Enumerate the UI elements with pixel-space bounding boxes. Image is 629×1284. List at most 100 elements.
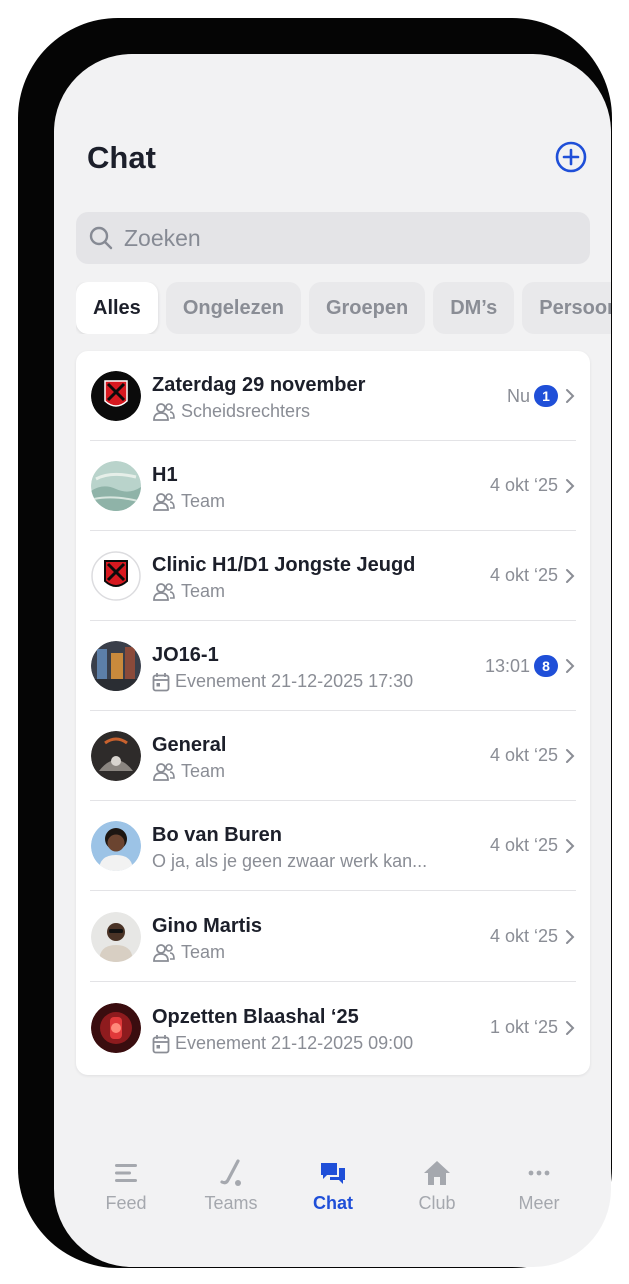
conversation-subtitle: Scheidsrechters [152, 401, 310, 422]
search-icon [89, 226, 113, 250]
nav-chat[interactable]: Chat [283, 1158, 383, 1214]
subtitle-text: Evenement 21-12-2025 17:30 [175, 671, 414, 691]
avatar [91, 371, 141, 421]
home-icon [424, 1161, 450, 1185]
conversation-row[interactable]: Gino Martis Team 4 okt ‘25 [76, 892, 590, 982]
conversation-row[interactable]: Opzetten Blaashal ‘25 Evenement 21-12-20… [76, 983, 590, 1073]
subtitle-text: Team [181, 761, 226, 781]
nav-teams[interactable]: Teams [181, 1158, 281, 1214]
conversation-time: 1 okt ‘25 [489, 1017, 558, 1037]
avatar [91, 1003, 141, 1053]
avatar [91, 821, 141, 871]
conversation-meta: 4 okt ‘25 [490, 835, 576, 856]
conversation-subtitle: Team [152, 761, 225, 782]
chevron-right-icon [566, 659, 575, 673]
nav-label: Chat [313, 1193, 353, 1213]
conversation-title: General [152, 734, 227, 756]
conversation-row[interactable]: H1 Team 4 okt ‘25 [76, 441, 590, 531]
conversation-row[interactable]: Bo van Buren O ja, als je geen zwaar wer… [76, 801, 590, 891]
conversation-time: 4 okt ‘25 [489, 926, 558, 946]
conversation-row[interactable]: Clinic H1/D1 Jongste Jeugd Team 4 okt ‘2… [76, 531, 590, 621]
conversation-time: 4 okt ‘25 [489, 475, 558, 495]
divider [90, 889, 576, 891]
people-icon [153, 402, 175, 421]
conversation-row[interactable]: JO16-1 Evenement 21-12-2025 17:30 13:01 … [76, 621, 590, 711]
avatar [91, 641, 141, 691]
conversation-title: Opzetten Blaashal ‘25 [152, 1006, 359, 1028]
unread-badge: 8 [534, 655, 558, 677]
conversation-time: 4 okt ‘25 [489, 565, 558, 585]
avatar [91, 912, 141, 962]
conversation-time: 13:01 [484, 655, 530, 676]
subtitle-text: Team [181, 581, 226, 601]
conversation-title: JO16-1 [152, 644, 219, 666]
avatar [91, 461, 141, 511]
chevron-right-icon [566, 389, 575, 403]
conversation-subtitle: O ja, als je geen zwaar werk kan... [152, 851, 427, 872]
nav-label: Feed [105, 1193, 147, 1213]
nav-club[interactable]: Club [387, 1158, 487, 1214]
tab-persoonlijk[interactable]: Persoonlijk [522, 282, 611, 334]
people-icon [153, 762, 175, 781]
tab-dms[interactable]: DM’s [433, 282, 515, 334]
calendar-icon [152, 1034, 170, 1053]
conversation-subtitle: Evenement 21-12-2025 09:00 [152, 1033, 413, 1054]
search-input[interactable] [124, 224, 564, 252]
conversation-meta: Nu 1 [507, 385, 576, 407]
event-photo-icon [91, 1003, 141, 1053]
team-photo-icon [91, 731, 141, 781]
tab-groepen[interactable]: Groepen [308, 282, 426, 334]
bottom-nav: Feed Teams Chat Club Meer [54, 1144, 611, 1234]
search-bar[interactable] [76, 212, 590, 264]
chevron-right-icon [566, 838, 575, 853]
conversation-meta: 4 okt ‘25 [490, 565, 576, 586]
app-screen: Chat AllesOngelezenGroepenDM’sPersoonlij… [54, 54, 611, 1267]
message-preview: O ja, als je geen zwaar werk kan... [152, 851, 428, 871]
subtitle-text: Team [181, 491, 226, 511]
nav-feed[interactable]: Feed [76, 1158, 176, 1214]
people-icon [153, 943, 175, 962]
subtitle-text: Evenement 21-12-2025 09:00 [175, 1033, 414, 1053]
more-dots-icon [528, 1170, 550, 1176]
conversation-list: Zaterdag 29 november Scheidsrechters Nu … [76, 351, 590, 1075]
chevron-right-icon [566, 929, 575, 944]
conversation-subtitle: Team [152, 581, 225, 602]
conversation-time: 4 okt ‘25 [489, 745, 558, 765]
avatar [91, 731, 141, 781]
conversation-row[interactable]: Zaterdag 29 november Scheidsrechters Nu … [76, 351, 590, 441]
nav-label: Meer [518, 1193, 560, 1213]
divider [90, 980, 576, 982]
feed-icon [115, 1164, 137, 1182]
chevron-right-icon [566, 568, 575, 583]
nav-meer[interactable]: Meer [489, 1158, 589, 1214]
conversation-title: Bo van Buren [152, 824, 283, 846]
calendar-icon [152, 672, 170, 691]
user-photo-icon [91, 912, 141, 962]
people-icon [153, 492, 175, 511]
conversation-row[interactable]: General Team 4 okt ‘25 [76, 711, 590, 801]
conversation-meta: 1 okt ‘25 [490, 1017, 576, 1038]
chat-bubbles-icon [321, 1163, 345, 1184]
nav-label: Teams [204, 1193, 258, 1213]
conversation-meta: 4 okt ‘25 [490, 745, 576, 766]
filter-tabs: AllesOngelezenGroepenDM’sPersoonlijk [76, 282, 611, 334]
tab-alles[interactable]: Alles [76, 282, 158, 334]
chevron-right-icon [566, 748, 575, 763]
conversation-meta: 13:01 8 [485, 655, 576, 677]
plus-circle-icon [555, 141, 587, 173]
new-chat-button[interactable] [554, 140, 588, 174]
subtitle-text: Team [181, 942, 226, 962]
conversation-title: H1 [152, 464, 178, 486]
conversation-time: 4 okt ‘25 [489, 835, 558, 855]
conversation-time: Nu [506, 385, 530, 406]
club-logo-icon [91, 551, 141, 601]
conversation-title: Gino Martis [152, 915, 263, 937]
team-photo-icon [91, 461, 141, 511]
conversation-subtitle: Team [152, 942, 225, 963]
conversation-subtitle: Evenement 21-12-2025 17:30 [152, 671, 413, 692]
tab-ongelezen[interactable]: Ongelezen [165, 282, 301, 334]
club-logo-icon [91, 371, 141, 421]
nav-label: Club [418, 1193, 456, 1213]
device-frame: Chat AllesOngelezenGroepenDM’sPersoonlij… [18, 18, 612, 1268]
people-icon [153, 582, 175, 601]
